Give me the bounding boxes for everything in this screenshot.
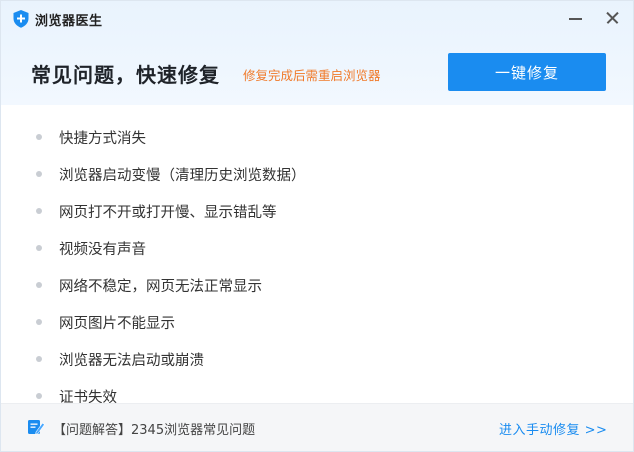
app-title: 浏览器医生	[35, 13, 103, 29]
issue-item: 网页图片不能显示	[36, 312, 306, 349]
bullet-dot	[36, 171, 42, 177]
issue-label: 网页打不开或打开慢、显示错乱等	[59, 205, 277, 221]
issue-item: 快捷方式消失	[36, 127, 306, 164]
bullet-dot	[36, 208, 42, 214]
issue-label: 浏览器启动变慢（清理历史浏览数据）	[59, 168, 306, 184]
issue-item: 证书失效	[36, 386, 306, 403]
issue-list: 快捷方式消失浏览器启动变慢（清理历史浏览数据） 网页打不开或打开慢、显示错乱等 视频…	[36, 127, 306, 403]
footer-bar: 【问题解答】2345浏览器常见问题 进入手动修复 >>	[1, 403, 633, 451]
bullet-dot	[36, 356, 42, 362]
issue-item: 浏览器无法启动或崩溃	[36, 349, 306, 386]
shield-plus-icon	[13, 10, 29, 28]
browser-doctor-window: 浏览器医生 常见问题，快速修复 修复完成后需重启浏览器 一键修复 快捷方式消失浏…	[0, 0, 634, 452]
minimize-icon[interactable]	[567, 9, 585, 27]
faq-link[interactable]: 【问题解答】2345浏览器常见问题	[53, 419, 255, 438]
restart-note: 修复完成后需重启浏览器	[243, 68, 381, 83]
bullet-dot	[36, 134, 42, 140]
issue-label: 证书失效	[59, 390, 117, 403]
issue-label: 快捷方式消失	[59, 131, 146, 147]
issue-label: 视频没有声音	[59, 242, 146, 258]
issue-label: 浏览器无法启动或崩溃	[59, 353, 204, 369]
document-edit-icon	[28, 420, 45, 435]
bullet-dot	[36, 245, 42, 251]
page-title: 常见问题，快速修复	[31, 63, 220, 87]
issue-label: 网络不稳定，网页无法正常显示	[59, 279, 262, 295]
issue-item: 网络不稳定，网页无法正常显示	[36, 275, 306, 312]
header-panel: 浏览器医生 常见问题，快速修复 修复完成后需重启浏览器 一键修复	[1, 1, 633, 105]
one-click-fix-button[interactable]: 一键修复	[448, 53, 606, 91]
issue-label: 网页图片不能显示	[59, 316, 175, 332]
title-bar: 浏览器医生	[13, 7, 103, 31]
close-icon[interactable]	[604, 9, 622, 27]
issue-list-panel[interactable]: 快捷方式消失浏览器启动变慢（清理历史浏览数据） 网页打不开或打开慢、显示错乱等 视频…	[1, 105, 633, 403]
bullet-dot	[36, 319, 42, 325]
manual-fix-link[interactable]: 进入手动修复 >>	[499, 419, 607, 438]
bullet-dot	[36, 282, 42, 288]
bullet-dot	[36, 393, 42, 399]
issue-item: 视频没有声音	[36, 238, 306, 275]
issue-item: 浏览器启动变慢（清理历史浏览数据）	[36, 164, 306, 201]
issue-item: 网页打不开或打开慢、显示错乱等	[36, 201, 306, 238]
